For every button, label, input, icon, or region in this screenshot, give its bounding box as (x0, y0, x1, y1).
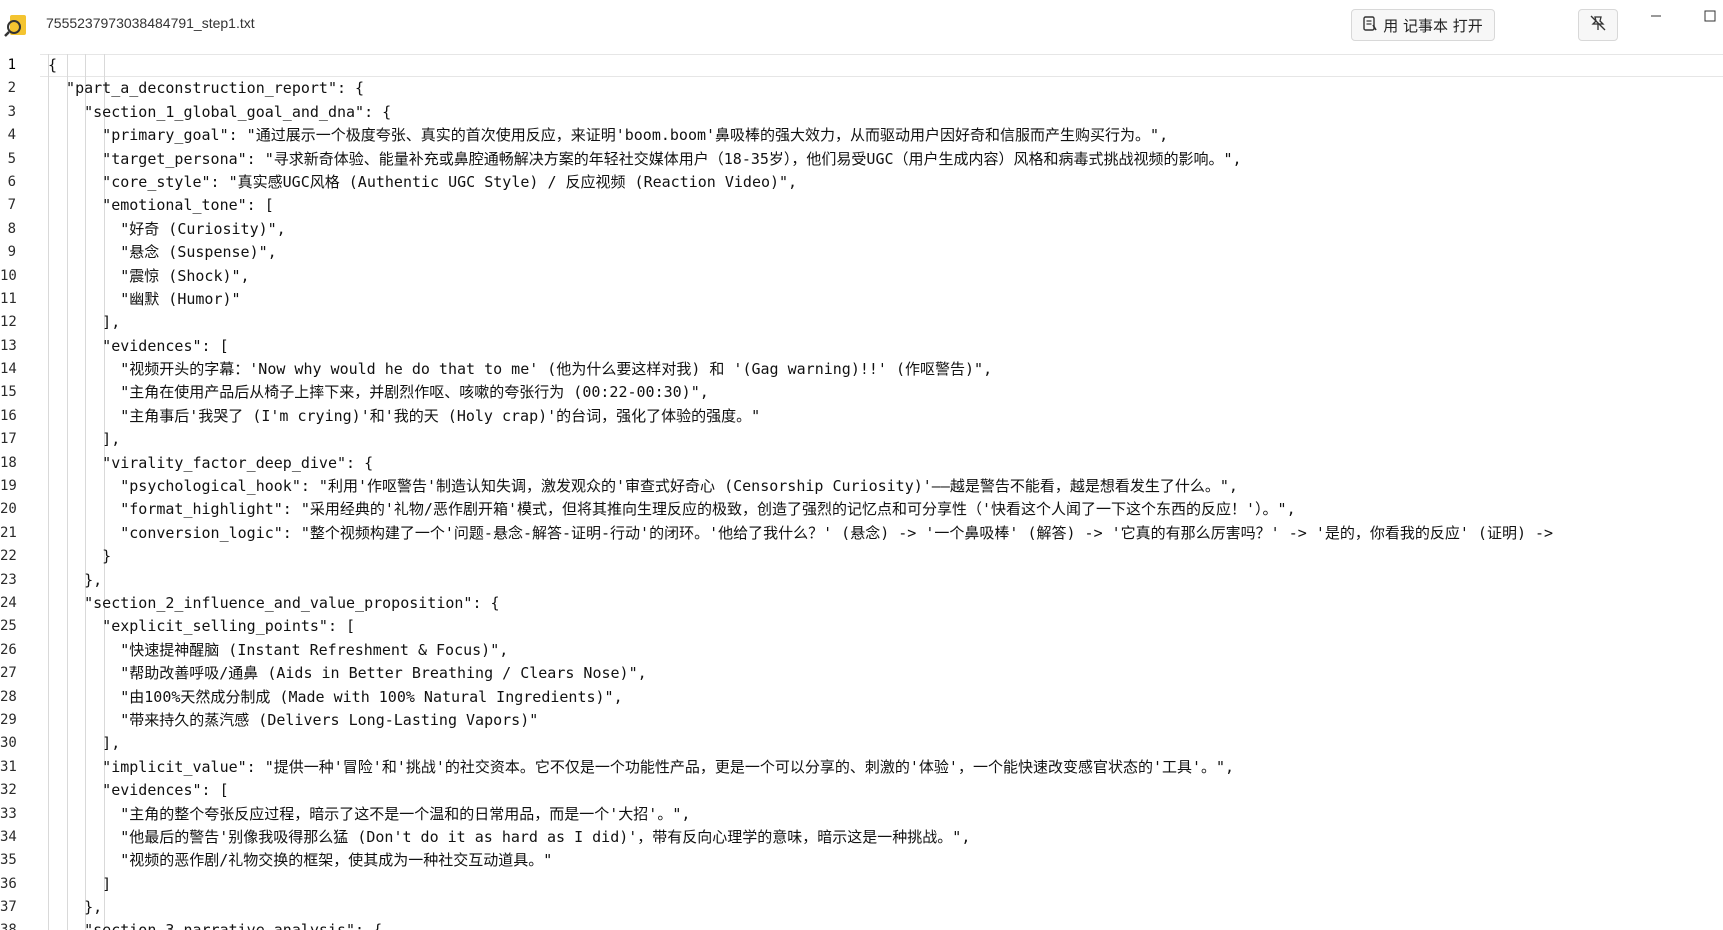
maximize-icon (1704, 7, 1716, 26)
line-number: 37 (0, 899, 17, 916)
line-number: 3 (7, 103, 16, 120)
line-number: 13 (0, 337, 17, 354)
line-number: 34 (0, 828, 17, 845)
code-line[interactable]: "快速提神醒脑 (Instant Refreshment & Focus)", (48, 639, 1723, 662)
code-line[interactable]: "part_a_deconstruction_report": { (48, 77, 1723, 100)
line-number: 16 (0, 407, 17, 424)
line-number: 2 (7, 80, 16, 97)
code-line[interactable]: { (48, 54, 1723, 77)
line-number: 31 (0, 758, 17, 775)
line-number: 29 (0, 711, 17, 728)
text-editor[interactable]: 1 2 3 4 5 6 7 8 9 10 11 12 13 14 15 16 17 18 19 20 21 22 23 24 2… (0, 54, 1723, 930)
line-number: 9 (7, 244, 16, 261)
code-line[interactable]: "视频的恶作剧/礼物交换的框架，使其成为一种社交互动道具。" (48, 849, 1723, 872)
line-number: 15 (0, 384, 17, 401)
code-line[interactable]: }, (48, 896, 1723, 919)
code-line[interactable]: "explicit_selling_points": [ (48, 615, 1723, 638)
line-number: 23 (0, 571, 17, 588)
line-number: 22 (0, 548, 17, 565)
line-number: 7 (7, 197, 16, 214)
magnifier-document-icon (4, 12, 30, 38)
line-number: 20 (0, 501, 17, 518)
code-line[interactable]: "悬念 (Suspense)", (48, 241, 1723, 264)
code-line[interactable]: "implicit_value": "提供一种'冒险'和'挑战'的社交资本。它不… (48, 756, 1723, 779)
unpin-icon (1589, 14, 1607, 36)
code-line[interactable]: "由100%天然成分制成 (Made with 100% Natural Ing… (48, 686, 1723, 709)
line-number: 5 (7, 150, 16, 167)
line-number: 35 (0, 852, 17, 869)
code-line[interactable]: "视频开头的字幕：'Now why would he do that to me… (48, 358, 1723, 381)
minimize-icon (1650, 7, 1662, 26)
code-line[interactable]: "section_1_global_goal_and_dna": { (48, 101, 1723, 124)
code-line[interactable]: "evidences": [ (48, 335, 1723, 358)
line-number: 21 (0, 524, 17, 541)
code-line[interactable]: "emotional_tone": [ (48, 194, 1723, 217)
line-number: 14 (0, 361, 17, 378)
code-line[interactable]: "virality_factor_deep_dive": { (48, 452, 1723, 475)
line-number: 38 (0, 919, 40, 930)
line-number-gutter: 1 2 3 4 5 6 7 8 9 10 11 12 13 14 15 16 17 18 19 20 21 22 23 24 2… (0, 54, 40, 930)
file-name: 7555237973038484791_step1.txt (46, 15, 255, 31)
line-number: 28 (0, 688, 17, 705)
code-line[interactable]: "他最后的警告'别像我吸得那么猛 (Don't do it as hard as… (48, 826, 1723, 849)
code-line[interactable]: }, (48, 569, 1723, 592)
line-number: 32 (0, 782, 17, 799)
code-line[interactable]: "primary_goal": "通过展示一个极度夸张、真实的首次使用反应，来证… (48, 124, 1723, 147)
line-number: 33 (0, 805, 17, 822)
line-number: 25 (0, 618, 17, 635)
line-number: 36 (0, 875, 17, 892)
code-line[interactable]: } (48, 545, 1723, 568)
line-number: 12 (0, 314, 17, 331)
code-area[interactable]: { "part_a_deconstruction_report": { "sec… (48, 54, 1723, 930)
code-line[interactable]: "幽默 (Humor)" (48, 288, 1723, 311)
code-line[interactable]: ], (48, 311, 1723, 334)
notepad-icon (1363, 15, 1377, 35)
code-line[interactable]: "主角的整个夸张反应过程，暗示了这不是一个温和的日常用品，而是一个'大招'。", (48, 803, 1723, 826)
line-number: 10 (0, 267, 17, 284)
open-with-notepad-button[interactable]: 用 记事本 打开 (1351, 9, 1495, 41)
line-number: 18 (0, 454, 17, 471)
code-line[interactable]: "好奇 (Curiosity)", (48, 218, 1723, 241)
code-line[interactable]: "主角事后'我哭了 (I'm crying)'和'我的天 (Holy crap)… (48, 405, 1723, 428)
code-line[interactable]: "帮助改善呼吸/通鼻 (Aids in Better Breathing / C… (48, 662, 1723, 685)
code-line[interactable]: "format_highlight": "采用经典的'礼物/恶作剧开箱'模式，但… (48, 498, 1723, 521)
code-line[interactable]: ] (48, 873, 1723, 896)
line-number: 24 (0, 594, 17, 611)
line-number: 27 (0, 665, 17, 682)
code-line[interactable]: ], (48, 428, 1723, 451)
line-number: 4 (7, 127, 16, 144)
code-line[interactable]: "conversion_logic": "整个视频构建了一个'问题-悬念-解答-… (48, 522, 1723, 545)
code-line[interactable]: "震惊 (Shock)", (48, 265, 1723, 288)
code-line[interactable]: "主角在使用产品后从椅子上摔下来，并剧烈作呕、咳嗽的夸张行为 (00:22-00… (48, 381, 1723, 404)
code-line[interactable]: "target_persona": "寻求新奇体验、能量补充或鼻腔通畅解决方案的… (48, 148, 1723, 171)
line-number: 30 (0, 735, 17, 752)
open-with-notepad-label: 用 记事本 打开 (1383, 16, 1483, 35)
code-line[interactable]: "section_3_narrative_analysis": { (48, 919, 1723, 930)
code-line[interactable]: "evidences": [ (48, 779, 1723, 802)
line-number: 1 (7, 57, 16, 73)
title-bar: 7555237973038484791_step1.txt 用 记事本 打开 (0, 0, 1723, 50)
line-number: 19 (0, 478, 17, 495)
line-number: 26 (0, 641, 17, 658)
code-line[interactable]: "core_style": "真实感UGC风格 (Authentic UGC S… (48, 171, 1723, 194)
line-number: 8 (7, 220, 16, 237)
line-number: 17 (0, 431, 17, 448)
line-number: 6 (7, 173, 16, 190)
unpin-button[interactable] (1578, 9, 1618, 41)
code-line[interactable]: "section_2_influence_and_value_propositi… (48, 592, 1723, 615)
code-line[interactable]: "psychological_hook": "利用'作呕警告'制造认知失调，激发… (48, 475, 1723, 498)
minimize-button[interactable] (1644, 5, 1668, 27)
line-number: 11 (0, 290, 17, 307)
maximize-button[interactable] (1698, 5, 1722, 27)
code-line[interactable]: "带来持久的蒸汽感 (Delivers Long-Lasting Vapors)… (48, 709, 1723, 732)
code-line[interactable]: ], (48, 732, 1723, 755)
